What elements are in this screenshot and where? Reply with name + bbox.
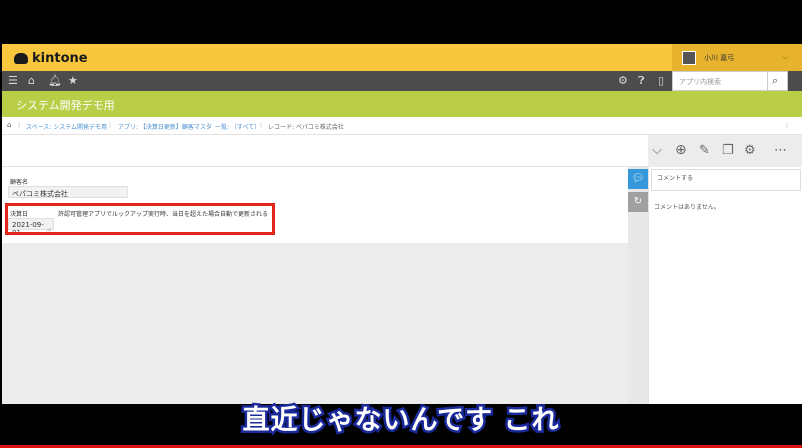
subtitle-caption: 直近じゃないんです これ [0,398,802,448]
record-detail: 顧客名 ペパコミ株式会社 決算日 許認可管理アプリでルックアップ実行時、当日を超… [2,167,628,243]
breadcrumb: ⌂ | スペース: システム開発デモ用 | アプリ: 【決算日更新】顧客マスタ … [2,117,802,135]
comment-panel: コメントする コメントはありません。 [648,167,802,404]
gear-icon[interactable]: ⚙ [618,74,628,88]
highlight-box [5,203,275,235]
user-menu[interactable]: 小川 嘉弓 ⌵ [672,44,802,71]
more-options-icon[interactable]: ⋯ [774,143,787,158]
breadcrumb-record: レコード: ペパコミ株式会社 [268,124,344,131]
search-icon: ⌕ [772,74,779,87]
app-search-input[interactable]: アプリ内検索 [672,71,768,91]
copy-icon[interactable]: ❐ [722,143,734,158]
side-tabs: 💬︎ ↻ [628,167,648,404]
mobile-icon[interactable]: ▯ [658,74,664,88]
user-name: 小川 嘉弓 [704,53,735,62]
edit-icon[interactable]: ✎ [699,143,710,158]
search-button[interactable]: ⌕ [768,71,788,91]
help-icon[interactable]: ❓︎ [638,74,645,88]
star-icon[interactable]: ★ [68,74,78,88]
chevron-down-icon[interactable]: ⌵ [652,143,662,158]
company-label: 顧客名 [10,179,29,186]
logo-text: kintone [32,51,88,66]
home-icon[interactable]: ⌂ [7,121,11,129]
banner-title: システム開発デモ用 [16,99,115,112]
bell-icon[interactable]: 🔔︎ [48,74,62,88]
top-header: kintone 小川 嘉弓 ⌵ [2,44,802,71]
caption-text: 直近じゃないんです これ [240,403,561,439]
add-record-icon[interactable]: ⊕ [675,142,687,158]
breadcrumb-separator: | [109,122,112,129]
app-window: kintone 小川 嘉弓 ⌵ ☰ ⌂ 🔔︎ ★ ⚙ ❓︎ ▯ アプリ内検索 ⌕… [2,44,802,404]
record-toolbar: ⌵ ⊕ ✎ ❐ ⚙ ⋯ [2,135,787,167]
history-tab-icon[interactable]: ↻ [628,192,648,212]
company-value: ペパコミ株式会社 [8,186,128,198]
space-banner: システム開発デモ用 [2,91,802,117]
avatar [682,50,696,65]
chevron-down-icon: ⌵ [782,53,788,61]
breadcrumb-space[interactable]: スペース: システム開発デモ用 [26,122,107,131]
comment-tab-icon[interactable]: 💬︎ [628,169,648,189]
breadcrumb-separator: | [207,122,210,129]
breadcrumb-view[interactable]: 一覧: （すべて） [215,122,260,131]
kintone-logo-icon [14,53,28,64]
more-icon[interactable]: ⋮ [784,122,790,129]
breadcrumb-app[interactable]: アプリ: 【決算日更新】顧客マスタ [118,122,212,131]
breadcrumb-separator: | [18,122,21,129]
no-comments-text: コメントはありません。 [654,204,720,211]
gear-icon[interactable]: ⚙ [744,143,756,158]
comment-input[interactable]: コメントする [651,169,801,191]
menu-icon[interactable]: ☰ [8,74,18,88]
breadcrumb-separator: | [260,122,263,129]
home-icon[interactable]: ⌂ [28,74,35,88]
kintone-logo[interactable]: kintone [14,51,88,66]
